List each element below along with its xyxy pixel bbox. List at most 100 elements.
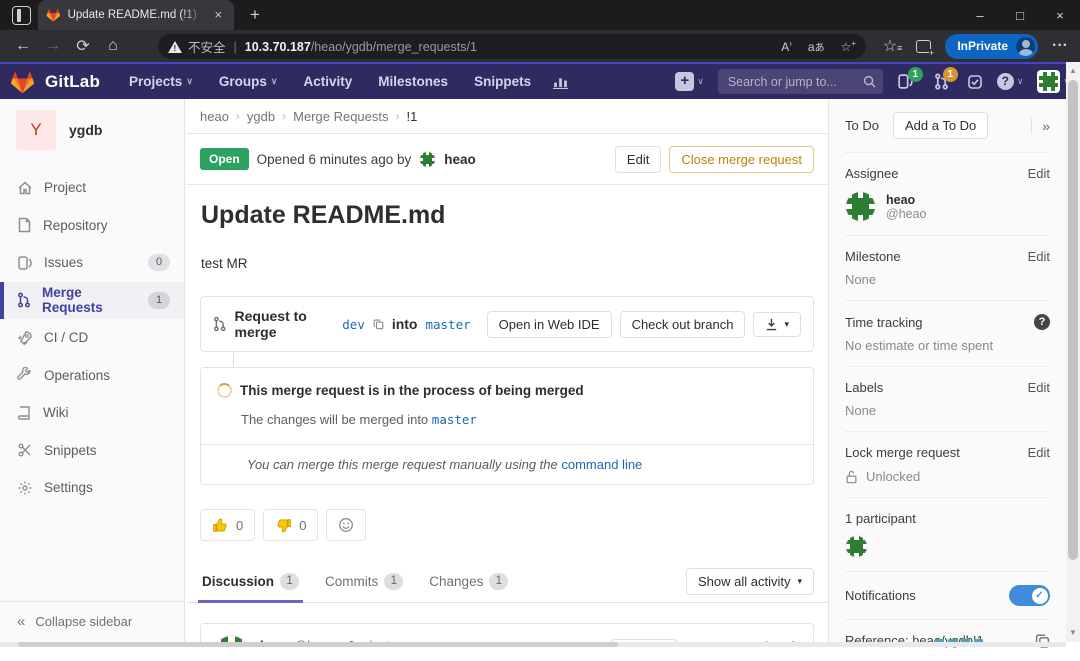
tab-actions-menu-icon[interactable] <box>12 6 31 25</box>
opened-byline: Opened 6 minutes ago by <box>257 152 412 167</box>
breadcrumb: heao › ygdb › Merge Requests › !1 <box>200 99 814 133</box>
mr-description: test MR <box>201 256 814 271</box>
merge-requests-icon[interactable]: 1 <box>934 73 949 90</box>
status-badge: Open <box>200 148 249 170</box>
add-todo-button[interactable]: Add a To Do <box>893 112 988 139</box>
browser-tab[interactable]: Update README.md (!1) · Merge × <box>38 0 234 30</box>
window-minimize-button[interactable]: – <box>960 0 1000 30</box>
lock-section: Lock merge request Edit Unlocked <box>845 432 1050 498</box>
book-icon <box>17 405 32 421</box>
translate-icon[interactable]: aあ <box>808 39 825 54</box>
nav-activity[interactable]: Activity <box>293 74 364 89</box>
sidebar-item-merge-requests[interactable]: Merge Requests 1 <box>0 282 184 320</box>
help-icon: ? <box>997 73 1014 90</box>
issues-dashboard-icon[interactable]: 1 <box>897 73 914 90</box>
mr-tabs: Discussion 1 Commits 1 Changes 1 Show al… <box>186 561 828 603</box>
window-close-button[interactable]: × <box>1040 0 1080 30</box>
notifications-toggle[interactable] <box>1009 585 1050 606</box>
show-all-activity-button[interactable]: Show all activity ▾ <box>686 568 814 595</box>
assignee-avatar[interactable] <box>845 191 876 222</box>
lock-edit-link[interactable]: Edit <box>1028 445 1050 460</box>
search-input[interactable] <box>718 69 883 94</box>
back-button[interactable]: ← <box>8 37 38 55</box>
wrench-icon <box>17 367 33 383</box>
sidebar-item-repository[interactable]: Repository <box>0 207 184 245</box>
milestone-edit-link[interactable]: Edit <box>1028 249 1050 264</box>
source-branch-link[interactable]: dev <box>342 317 365 332</box>
analytics-chart-icon[interactable] <box>552 74 569 89</box>
sidebar-item-issues[interactable]: Issues 0 <box>0 244 184 282</box>
sidebar-item-ci-cd[interactable]: CI / CD <box>0 319 184 357</box>
profile-avatar <box>1016 37 1035 56</box>
edit-button[interactable]: Edit <box>615 146 661 173</box>
time-tracking-help-icon[interactable]: ? <box>1034 314 1050 330</box>
labels-edit-link[interactable]: Edit <box>1028 380 1050 395</box>
loading-spinner-icon <box>217 383 232 398</box>
new-tab-button[interactable]: + <box>244 4 266 26</box>
collapse-sidebar-button[interactable]: « Collapse sidebar <box>0 601 184 641</box>
sidebar-item-operations[interactable]: Operations <box>0 357 184 395</box>
scroll-up-icon[interactable]: ▲ <box>1066 64 1080 78</box>
tab-changes[interactable]: Changes 1 <box>427 573 510 602</box>
assignee-name[interactable]: heao <box>886 193 927 207</box>
thumbs-up-button[interactable]: 0 <box>200 509 255 541</box>
scroll-down-icon[interactable]: ▼ <box>1066 626 1080 640</box>
download-dropdown-button[interactable]: ▾ <box>753 312 801 337</box>
horizontal-scrollbar-thumb[interactable] <box>18 642 618 647</box>
target-branch-link[interactable]: master <box>425 317 470 332</box>
tab-discussion[interactable]: Discussion 1 <box>200 573 301 602</box>
add-reaction-button[interactable] <box>326 509 366 541</box>
author-avatar[interactable] <box>419 151 436 168</box>
assignee-edit-link[interactable]: Edit <box>1028 166 1050 181</box>
browser-menu-icon[interactable]: ··· <box>1052 37 1068 55</box>
participant-avatar[interactable] <box>845 535 868 558</box>
breadcrumb-section[interactable]: Merge Requests <box>293 109 388 124</box>
gitlab-logo[interactable] <box>10 70 35 94</box>
breadcrumb-mr-number[interactable]: !1 <box>407 109 418 124</box>
breadcrumb-project[interactable]: ygdb <box>247 109 275 124</box>
collapse-right-sidebar-icon[interactable]: » <box>1031 118 1050 134</box>
window-maximize-button[interactable]: □ <box>1000 0 1040 30</box>
tab-title: Update README.md (!1) · Merge <box>68 9 204 21</box>
new-menu-button[interactable]: + ∨ <box>675 72 704 91</box>
read-aloud-icon[interactable]: A› <box>781 39 792 54</box>
help-menu[interactable]: ? ∨ <box>997 73 1024 90</box>
thumbs-down-button[interactable]: 0 <box>263 509 318 541</box>
inprivate-badge[interactable]: InPrivate <box>945 34 1038 59</box>
nav-projects[interactable]: Projects∨ <box>118 74 204 89</box>
sidebar-item-snippets[interactable]: Snippets <box>0 432 184 470</box>
vertical-scrollbar[interactable]: ▲ ▼ <box>1066 62 1080 642</box>
refresh-button[interactable]: ⟳ <box>68 36 98 56</box>
project-header[interactable]: Y ygdb <box>0 99 184 161</box>
todos-icon[interactable] <box>967 74 983 90</box>
changes-count: 1 <box>489 573 508 590</box>
discussion-count: 1 <box>280 573 299 590</box>
add-favorite-icon[interactable]: ☆+ <box>841 39 856 54</box>
command-line-link[interactable]: command line <box>561 457 642 472</box>
nav-milestones[interactable]: Milestones <box>367 74 459 89</box>
browser-toolbar: ← → ⟳ ⌂ ! 不安全 | 10.3.70.187 /heao/ygdb/m… <box>0 30 1080 62</box>
gitlab-brand[interactable]: GitLab <box>45 72 100 92</box>
address-bar[interactable]: ! 不安全 | 10.3.70.187 /heao/ygdb/merge_req… <box>158 34 866 59</box>
author-link[interactable]: heao <box>444 152 476 167</box>
collections-icon[interactable] <box>916 40 931 53</box>
nav-snippets[interactable]: Snippets <box>463 74 542 89</box>
horizontal-scrollbar[interactable] <box>0 642 1066 647</box>
favorites-bar-icon[interactable]: ☆≡ <box>883 36 903 56</box>
target-branch-link[interactable]: master <box>432 412 477 427</box>
sidebar-item-wiki[interactable]: Wiki <box>0 394 184 432</box>
tab-commits[interactable]: Commits 1 <box>323 573 405 602</box>
open-in-web-ide-button[interactable]: Open in Web IDE <box>487 311 612 338</box>
sidebar-item-settings[interactable]: Settings <box>0 469 184 507</box>
sidebar-item-project[interactable]: Project <box>0 169 184 207</box>
copy-branch-icon[interactable] <box>373 317 384 331</box>
breadcrumb-group[interactable]: heao <box>200 109 229 124</box>
nav-groups[interactable]: Groups∨ <box>208 74 289 89</box>
close-merge-request-button[interactable]: Close merge request <box>669 146 814 173</box>
home-button[interactable]: ⌂ <box>98 37 128 55</box>
vertical-scrollbar-thumb[interactable] <box>1068 80 1078 560</box>
issuable-sidebar: To Do Add a To Do » Assignee Edit heao @… <box>828 99 1066 642</box>
tab-close-icon[interactable]: × <box>210 7 226 23</box>
participants-label: 1 participant <box>845 511 1050 526</box>
check-out-branch-button[interactable]: Check out branch <box>620 311 746 338</box>
